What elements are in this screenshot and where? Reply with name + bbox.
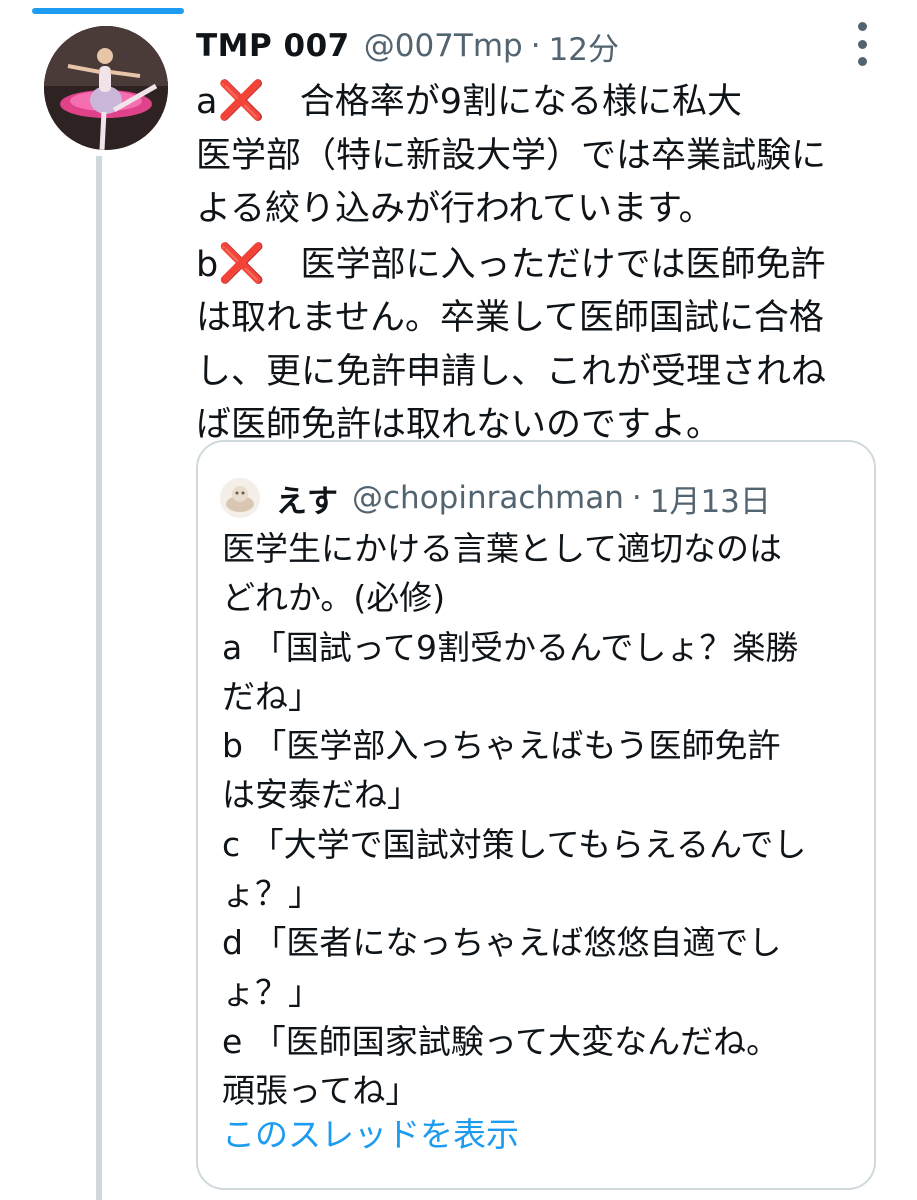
quoted-body-line: どれか。(必修): [222, 578, 446, 618]
cross-mark-icon: ❌: [217, 78, 265, 122]
quoted-body-line: だね」: [222, 676, 321, 716]
header-separator: ·: [530, 28, 541, 64]
cross-mark-icon: ❌: [218, 240, 266, 285]
tweet-body-line: a❌ 合格率が9割になる様に私大: [196, 78, 743, 122]
quoted-tweet-body: 医学生にかける言葉として適切なのは どれか。(必修) a 「国試って9割受かるん…: [222, 524, 862, 1116]
tweet-body-line: 医学部（特に新設大学）では卒業試験に: [196, 135, 827, 176]
quoted-author-name[interactable]: えす: [276, 476, 338, 521]
tweet-body-line: b❌ 医学部に入っただけでは医師免許: [196, 240, 826, 285]
quoted-body-line: ょ？」: [222, 874, 321, 914]
show-thread-link[interactable]: このスレッドを表示: [222, 1108, 519, 1156]
tweet-body: a❌ 合格率が9割になる様に私大 医学部（特に新設大学）では卒業試験に よる絞り…: [196, 74, 896, 453]
avatar[interactable]: [44, 26, 168, 150]
quoted-body-line: 医学生にかける言葉として適切なのは: [222, 529, 783, 568]
quoted-body-line: c 「大学で国試対策してもらえるんでし: [222, 824, 807, 864]
tweet-header: TMP 007 @007Tmp · 12分: [196, 24, 917, 69]
quoted-body-line: e 「医師国家試験って大変なんだね。: [222, 1021, 780, 1061]
quoted-avatar-image: [220, 478, 260, 518]
quoted-body-line: ょ？」: [222, 972, 321, 1012]
quoted-tweet-header: えす @chopinrachman · 1月13日: [220, 476, 771, 520]
quoted-header-separator: ·: [631, 480, 642, 516]
author-display-name[interactable]: TMP 007: [196, 28, 350, 64]
quoted-body-line: d 「医者になっちゃえば悠悠自適でし: [222, 923, 782, 963]
more-vertical-icon[interactable]: [855, 22, 869, 66]
quoted-body-line: a 「国試って9割受かるんでしょ？楽勝: [222, 627, 799, 667]
quoted-body-line: は安泰だね」: [222, 775, 420, 815]
author-handle[interactable]: @007Tmp: [364, 28, 523, 64]
top-tab-indicator: [32, 8, 184, 14]
avatar-image: [44, 26, 168, 150]
tweet-timestamp[interactable]: 12分: [549, 24, 619, 69]
quoted-tweet-card[interactable]: えす @chopinrachman · 1月13日 医学生にかける言葉として適切…: [196, 440, 876, 1190]
quoted-author-avatar[interactable]: [220, 478, 260, 518]
quoted-author-handle[interactable]: @chopinrachman: [352, 480, 624, 516]
tweet-body-line: は取れません。卒業して医師国試に合格: [196, 298, 824, 338]
quoted-body-line: b 「医学部入っちゃえばもう医師免許: [222, 726, 781, 766]
tweet-body-line: し、更に免許申請し、これが受理されね: [196, 351, 827, 392]
quoted-tweet-timestamp[interactable]: 1月13日: [650, 476, 771, 521]
tweet-body-line: よる絞り込みが行われています。: [196, 189, 714, 229]
thread-connector-line: [96, 156, 102, 1200]
